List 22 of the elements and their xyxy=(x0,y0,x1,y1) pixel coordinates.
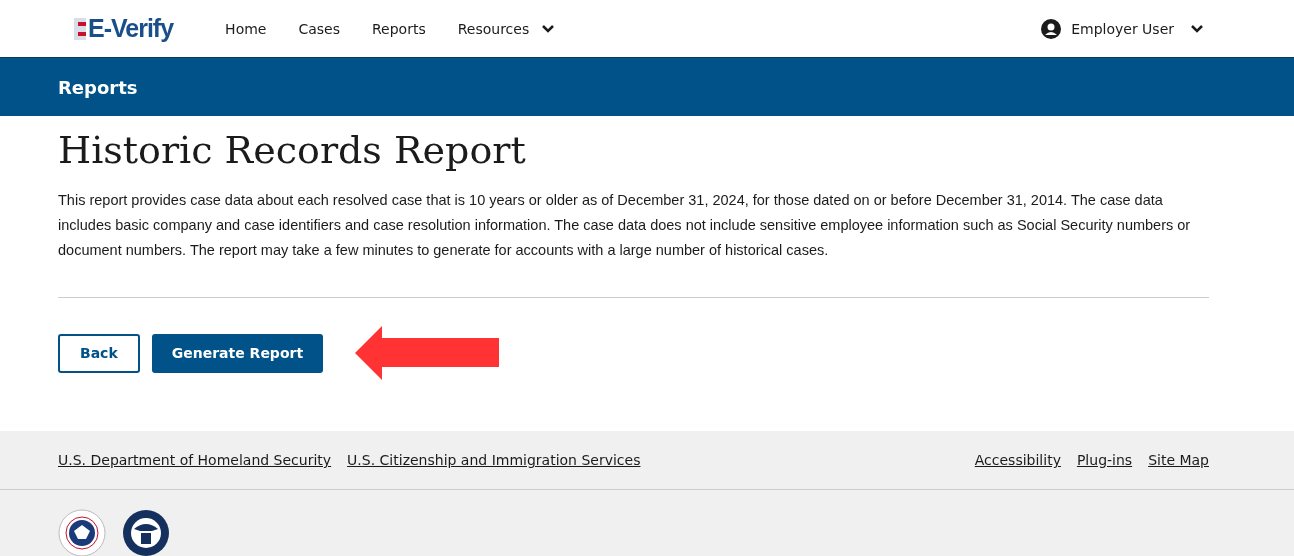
footer-link[interactable]: U.S. Department of Homeland Security xyxy=(58,452,332,468)
user-menu[interactable]: Employer User xyxy=(1071,20,1204,37)
back-button[interactable]: Back xyxy=(58,333,140,373)
nav-link[interactable]: Cases xyxy=(282,20,356,37)
nav-link[interactable]: Reports xyxy=(356,20,442,37)
footer-link[interactable]: Plug-ins xyxy=(1076,452,1133,468)
description-paragraph: This report provides case data about each resolved case that is 10 years or older as of December 31, 2024, for those dated on or before December 31, 2014. The case data includes basic company and case identifiers and case resolution information. The case data does not include sensitive employee information such as Social Security numbers or document numbers. The report may take a few minutes to generate for accounts with a large number of historical cases. xyxy=(58,191,1192,260)
footer-link[interactable]: Site Map xyxy=(1148,452,1209,468)
user-avatar-icon xyxy=(1041,18,1062,39)
chevron-down-icon[interactable] xyxy=(541,23,556,34)
flag-icon xyxy=(74,17,86,40)
dhs-seal-icon xyxy=(58,509,106,556)
banner-title: Reports xyxy=(58,76,138,98)
chevron-down-icon[interactable] xyxy=(1190,23,1204,34)
generate-report-button[interactable]: Generate Report xyxy=(151,333,324,373)
e-verify-logo[interactable]: E-Verify xyxy=(58,14,190,43)
page-title: Historic Records Report xyxy=(58,128,527,172)
nav-link[interactable]: Home xyxy=(209,20,283,37)
ssa-seal-icon xyxy=(122,509,170,556)
footer-link[interactable]: U.S. Citizenship and Immigration Services xyxy=(347,452,641,468)
nav-link[interactable]: Resources xyxy=(441,20,572,37)
footer-link[interactable]: Accessibility xyxy=(974,452,1061,468)
